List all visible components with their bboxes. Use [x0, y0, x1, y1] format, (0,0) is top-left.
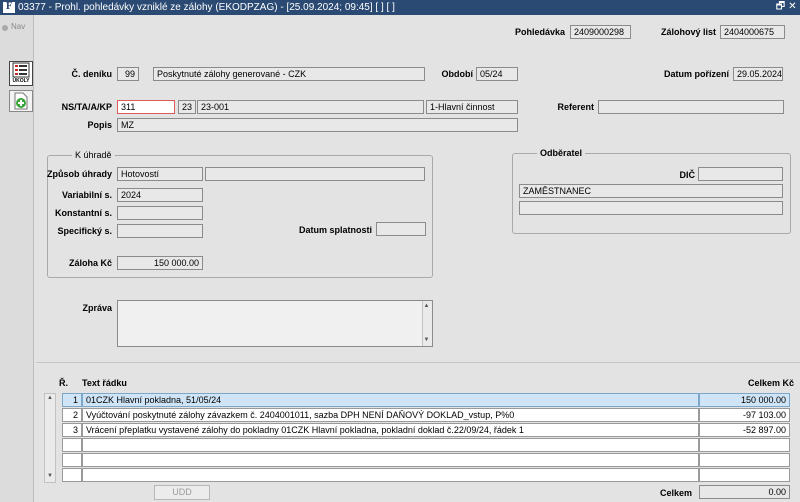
- c-deniku-label: Č. deníku: [71, 69, 112, 79]
- dic-label: DIČ: [679, 170, 696, 180]
- table-row[interactable]: 3 Vrácení přeplatku vystavené zálohy do …: [62, 423, 790, 437]
- row-text[interactable]: [82, 453, 699, 467]
- row-number: 1: [62, 393, 82, 407]
- table-row-empty[interactable]: [62, 438, 790, 452]
- left-toolbar: [0, 15, 34, 502]
- row-number: [62, 468, 82, 482]
- row-amount[interactable]: [699, 453, 790, 467]
- pohledavka-field[interactable]: 2409000298: [570, 25, 631, 39]
- dic-field[interactable]: [698, 167, 783, 181]
- referent-label: Referent: [557, 102, 594, 112]
- c-deniku-name-field[interactable]: Poskytnuté zálohy generované - CZK: [153, 67, 425, 81]
- col-header-text: Text řádku: [82, 378, 127, 388]
- zaloha-label: Záloha Kč: [68, 258, 112, 268]
- ns-ta-a-kp-label: NS/TA/A/KP: [61, 102, 112, 112]
- odberatel-title: Odběratel: [537, 148, 586, 158]
- add-document-icon: [14, 92, 28, 110]
- pohledavka-label: Pohledávka: [514, 27, 565, 37]
- ukoly-label: ÚKOLY: [10, 78, 32, 85]
- popis-field[interactable]: MZ: [117, 118, 518, 132]
- kp-field[interactable]: 1-Hlavní činnost: [426, 100, 518, 114]
- app-logo-icon: F: [3, 2, 15, 13]
- zprava-label: Zpráva: [82, 303, 112, 313]
- col-header-total: Celkem Kč: [747, 378, 794, 388]
- zpusob-uhrady-field[interactable]: Hotovostí: [117, 167, 203, 181]
- ns-field[interactable]: 311: [117, 100, 175, 114]
- obdobi-label: Období: [441, 69, 474, 79]
- window-title-bar: 03377 - Prohl. pohledávky vzniklé ze zál…: [0, 0, 800, 15]
- table-row-empty[interactable]: [62, 468, 790, 482]
- odberatel-name-field[interactable]: ZAMĚSTNANEC: [519, 184, 783, 198]
- celkem-label: Celkem: [659, 488, 692, 498]
- k-uhrade-title: K úhradě: [72, 150, 115, 160]
- row-amount[interactable]: -97 103.00: [699, 408, 790, 422]
- row-amount[interactable]: 150 000.00: [699, 393, 790, 407]
- konstantni-field[interactable]: [117, 206, 203, 220]
- specificky-field[interactable]: [117, 224, 203, 238]
- zalohovy-list-field[interactable]: 2404000675: [720, 25, 785, 39]
- row-text[interactable]: [82, 438, 699, 452]
- row-text[interactable]: Vrácení přeplatku vystavené zálohy do po…: [82, 423, 699, 437]
- c-deniku-field[interactable]: 99: [117, 67, 139, 81]
- udd-button[interactable]: UDD: [154, 485, 210, 500]
- zaloha-field[interactable]: 150 000.00: [117, 256, 203, 270]
- window-title: 03377 - Prohl. pohledávky vzniklé ze zál…: [18, 2, 395, 13]
- row-number: [62, 438, 82, 452]
- nav-label[interactable]: Nav: [11, 22, 25, 31]
- row-number: 2: [62, 408, 82, 422]
- zpusob-uhrady-label: Způsob úhrady: [47, 169, 112, 179]
- row-number: [62, 453, 82, 467]
- zpusob-uhrady-desc-field[interactable]: [205, 167, 425, 181]
- zalohovy-list-label: Zálohový list: [660, 27, 716, 37]
- row-text[interactable]: 01CZK Hlavní pokladna, 51/05/24: [82, 393, 699, 407]
- table-scrollbar[interactable]: [44, 393, 56, 483]
- restore-icon[interactable]: 🗗: [775, 1, 786, 13]
- table-scroll-down-icon[interactable]: ▼: [45, 472, 55, 481]
- variabilni-label: Variabilní s.: [61, 190, 112, 200]
- odberatel-address-field[interactable]: [519, 201, 783, 215]
- variabilni-field[interactable]: 2024: [117, 188, 203, 202]
- table-row[interactable]: 1 01CZK Hlavní pokladna, 51/05/24 150 00…: [62, 393, 790, 407]
- obdobi-field[interactable]: 05/24: [476, 67, 518, 81]
- popis-label: Popis: [87, 120, 112, 130]
- celkem-field: 0.00: [699, 485, 790, 499]
- zprava-scroll-down-icon[interactable]: ▼: [422, 336, 431, 345]
- zprava-textarea[interactable]: [117, 300, 433, 347]
- row-number: 3: [62, 423, 82, 437]
- a-field[interactable]: 23-001: [197, 100, 424, 114]
- col-header-number: Ř.: [59, 378, 68, 388]
- row-amount[interactable]: [699, 438, 790, 452]
- ta-field[interactable]: 23: [178, 100, 196, 114]
- zprava-scroll-up-icon[interactable]: ▲: [422, 302, 431, 311]
- referent-field[interactable]: [598, 100, 784, 114]
- nav-icon[interactable]: [2, 25, 8, 31]
- specificky-label: Specifický s.: [57, 226, 112, 236]
- konstantni-label: Konstantní s.: [54, 208, 112, 218]
- table-row-empty[interactable]: [62, 453, 790, 467]
- section-divider: [36, 362, 800, 363]
- table-row[interactable]: 2 Vyúčtování poskytnuté zálohy závazkem …: [62, 408, 790, 422]
- row-text[interactable]: Vyúčtování poskytnuté zálohy závazkem č.…: [82, 408, 699, 422]
- close-icon[interactable]: ✕: [787, 1, 798, 13]
- datum-porizeni-field[interactable]: 29.05.2024: [733, 67, 783, 81]
- row-amount[interactable]: -52 897.00: [699, 423, 790, 437]
- row-amount[interactable]: [699, 468, 790, 482]
- datum-splatnosti-label: Datum splatnosti: [298, 225, 372, 235]
- add-document-button[interactable]: [9, 90, 33, 112]
- table-scroll-up-icon[interactable]: ▲: [45, 394, 55, 403]
- datum-splatnosti-field[interactable]: [376, 222, 426, 236]
- row-text[interactable]: [82, 468, 699, 482]
- datum-porizeni-label: Datum pořízení: [663, 69, 729, 79]
